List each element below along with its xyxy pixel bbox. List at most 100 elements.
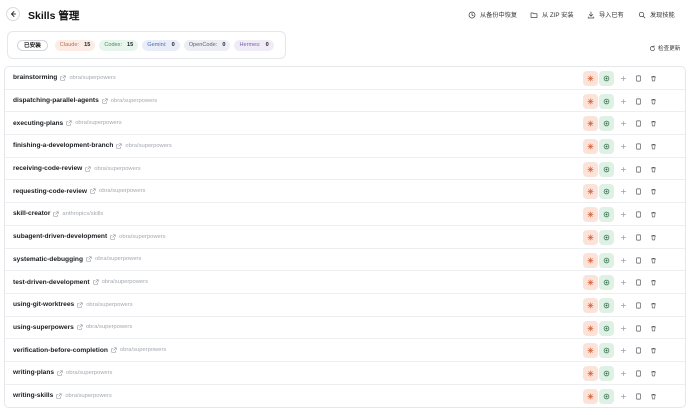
delete-skill-button[interactable] (646, 389, 660, 404)
restore-from-backup-button[interactable]: 从备份中恢复 (468, 10, 517, 19)
view-docs-button[interactable] (631, 116, 645, 131)
external-link-icon[interactable] (116, 143, 122, 149)
filter-opencode[interactable]: OpenCode: 0 (183, 39, 231, 51)
external-link-icon[interactable] (85, 166, 91, 172)
toggle-claude-button[interactable] (583, 229, 598, 245)
toggle-codex-button[interactable] (599, 93, 614, 109)
toggle-claude-button[interactable] (583, 252, 598, 268)
view-docs-button[interactable] (631, 343, 645, 358)
delete-skill-button[interactable] (646, 230, 660, 245)
add-app-button[interactable] (616, 184, 630, 199)
delete-skill-button[interactable] (646, 321, 660, 336)
view-docs-button[interactable] (631, 366, 645, 381)
import-existing-button[interactable]: 导入已有 (587, 10, 624, 19)
toggle-codex-button[interactable] (599, 71, 614, 86)
external-link-icon[interactable] (102, 97, 108, 104)
toggle-claude-button[interactable] (583, 343, 598, 359)
view-docs-button[interactable] (631, 139, 645, 154)
discover-skills-button[interactable]: 发现技能 (638, 10, 675, 19)
filter-gemini[interactable]: Gemini: 0 (142, 39, 180, 51)
add-app-button[interactable] (616, 71, 630, 86)
view-docs-button[interactable] (631, 275, 645, 290)
toggle-codex-button[interactable] (599, 275, 614, 291)
add-app-button[interactable] (616, 94, 630, 109)
view-docs-button[interactable] (631, 253, 645, 268)
external-link-icon[interactable] (77, 302, 83, 308)
toggle-claude-button[interactable] (583, 139, 598, 155)
add-app-button[interactable] (616, 389, 630, 404)
add-app-button[interactable] (616, 230, 630, 245)
delete-skill-button[interactable] (646, 71, 660, 86)
delete-skill-button[interactable] (646, 253, 660, 268)
delete-skill-button[interactable] (646, 162, 660, 177)
toggle-claude-button[interactable] (583, 320, 598, 336)
toggle-claude-button[interactable] (583, 71, 598, 86)
add-app-button[interactable] (616, 139, 630, 154)
delete-skill-button[interactable] (646, 275, 660, 290)
external-link-icon[interactable] (93, 279, 99, 285)
delete-skill-button[interactable] (646, 116, 660, 131)
install-from-zip-button[interactable]: 从 ZIP 安装 (530, 10, 574, 19)
toggle-codex-button[interactable] (599, 116, 614, 132)
delete-skill-button[interactable] (646, 298, 660, 313)
filter-installed[interactable]: 已安装 (17, 39, 48, 51)
toggle-claude-button[interactable] (583, 297, 598, 313)
toggle-claude-button[interactable] (583, 275, 598, 291)
toggle-codex-button[interactable] (599, 229, 614, 245)
toggle-codex-button[interactable] (599, 388, 614, 404)
external-link-icon[interactable] (111, 347, 117, 353)
toggle-claude-button[interactable] (583, 388, 598, 404)
toggle-claude-button[interactable] (583, 365, 598, 381)
add-app-button[interactable] (616, 298, 630, 313)
toggle-codex-button[interactable] (599, 139, 614, 155)
filter-codex[interactable]: Codex: 15 (99, 39, 139, 51)
toggle-codex-button[interactable] (599, 161, 614, 177)
toggle-codex-button[interactable] (599, 207, 614, 223)
delete-skill-button[interactable] (646, 343, 660, 358)
filter-hermes[interactable]: Hermes: 0 (234, 39, 274, 51)
toggle-claude-button[interactable] (583, 93, 598, 109)
external-link-icon[interactable] (77, 324, 83, 330)
external-link-icon[interactable] (86, 256, 92, 262)
add-app-button[interactable] (616, 343, 630, 358)
external-link-icon[interactable] (60, 75, 66, 81)
add-app-button[interactable] (616, 162, 630, 177)
add-app-button[interactable] (616, 366, 630, 381)
view-docs-button[interactable] (631, 184, 645, 199)
toggle-claude-button[interactable] (583, 116, 598, 132)
delete-skill-button[interactable] (646, 366, 660, 381)
add-app-button[interactable] (616, 321, 630, 336)
toggle-codex-button[interactable] (599, 343, 614, 359)
view-docs-button[interactable] (631, 71, 645, 86)
view-docs-button[interactable] (631, 298, 645, 313)
check-updates-button[interactable]: 检查更新 (649, 44, 680, 52)
add-app-button[interactable] (616, 207, 630, 222)
external-link-icon[interactable] (66, 120, 72, 126)
external-link-icon[interactable] (56, 393, 62, 399)
toggle-codex-button[interactable] (599, 252, 614, 268)
toggle-codex-button[interactable] (599, 297, 614, 313)
external-link-icon[interactable] (110, 234, 116, 240)
filter-claude[interactable]: Claude: 15 (54, 39, 96, 51)
add-app-button[interactable] (616, 116, 630, 131)
delete-skill-button[interactable] (646, 184, 660, 199)
view-docs-button[interactable] (631, 389, 645, 404)
toggle-codex-button[interactable] (599, 365, 614, 381)
view-docs-button[interactable] (631, 321, 645, 336)
toggle-claude-button[interactable] (583, 184, 598, 200)
view-docs-button[interactable] (631, 230, 645, 245)
external-link-icon[interactable] (57, 370, 63, 376)
view-docs-button[interactable] (631, 94, 645, 109)
add-app-button[interactable] (616, 253, 630, 268)
toggle-codex-button[interactable] (599, 184, 614, 200)
external-link-icon[interactable] (90, 188, 96, 194)
toggle-claude-button[interactable] (583, 207, 598, 223)
back-button[interactable] (6, 7, 20, 21)
delete-skill-button[interactable] (646, 94, 660, 109)
view-docs-button[interactable] (631, 162, 645, 177)
add-app-button[interactable] (616, 275, 630, 290)
toggle-codex-button[interactable] (599, 320, 614, 336)
view-docs-button[interactable] (631, 207, 645, 222)
delete-skill-button[interactable] (646, 139, 660, 154)
delete-skill-button[interactable] (646, 207, 660, 222)
